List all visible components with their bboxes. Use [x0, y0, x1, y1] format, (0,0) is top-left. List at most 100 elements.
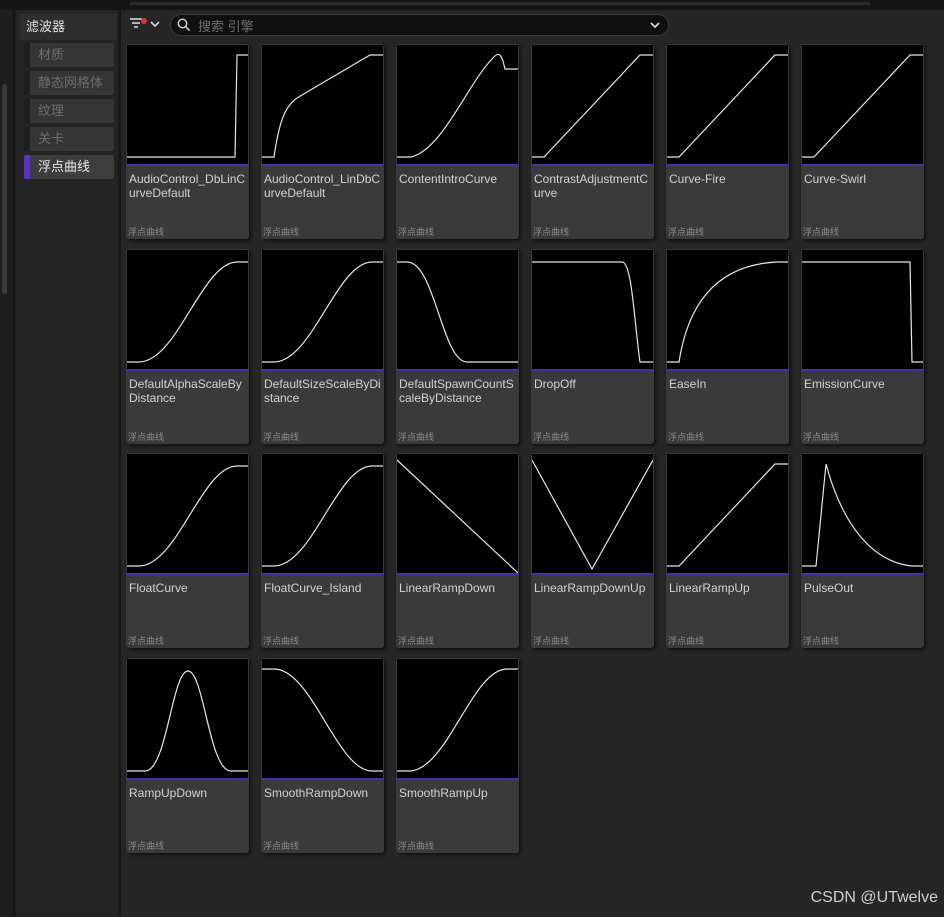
asset-type-color-bar	[396, 369, 519, 371]
asset-type-color-bar	[126, 573, 249, 575]
asset-name: FloatCurve_Island	[264, 581, 362, 595]
asset-tile[interactable]: RampUpDown 浮点曲线	[126, 658, 249, 853]
filter-toggle-bar	[24, 127, 30, 151]
curve-line	[532, 459, 653, 571]
curve-line	[127, 261, 248, 363]
filter-panel: 滤波器 材质 静态网格体 纹理 关卡 浮点曲线	[16, 10, 118, 917]
filter-item[interactable]: 浮点曲线	[24, 155, 114, 179]
asset-tile[interactable]: LinearRampDownUp 浮点曲线	[531, 453, 654, 648]
asset-type-color-bar	[126, 778, 249, 780]
asset-thumbnail	[262, 45, 383, 164]
search-icon	[177, 18, 191, 32]
curve-graph	[802, 463, 923, 567]
asset-type-label: 浮点曲线	[668, 227, 705, 237]
asset-type-label: 浮点曲线	[803, 432, 840, 442]
filter-toggle-bar	[24, 155, 30, 179]
asset-tile[interactable]: AudioControl_LinDbCurveDefault 浮点曲线	[261, 44, 384, 239]
asset-name: Curve-Fire	[669, 172, 726, 186]
asset-tile[interactable]: ContentIntroCurve 浮点曲线	[396, 44, 519, 239]
filter-dropdown-button[interactable]	[129, 14, 165, 36]
curve-line	[532, 54, 653, 158]
asset-tile[interactable]: EmissionCurve 浮点曲线	[801, 249, 924, 444]
curve-line	[397, 459, 518, 573]
filter-item[interactable]: 材质	[24, 43, 114, 67]
asset-thumbnail	[667, 250, 788, 369]
search-box	[170, 14, 669, 36]
asset-thumbnail	[397, 454, 518, 573]
asset-name: SmoothRampDown	[264, 786, 369, 800]
curve-graph	[127, 54, 248, 158]
curve-line	[532, 261, 653, 363]
curve-graph	[127, 465, 248, 567]
curve-graph	[397, 53, 518, 158]
asset-type-label: 浮点曲线	[668, 636, 705, 646]
asset-thumbnail	[802, 454, 923, 573]
asset-type-color-bar	[801, 573, 924, 575]
search-input[interactable]	[196, 16, 640, 36]
curve-graph	[262, 261, 383, 363]
asset-tile[interactable]: FloatCurve 浮点曲线	[126, 453, 249, 648]
asset-name: ContrastAdjustmentCurve	[534, 172, 649, 200]
curve-graph	[127, 670, 248, 772]
asset-tile[interactable]: SmoothRampUp 浮点曲线	[396, 658, 519, 853]
filter-toggle-bar	[24, 71, 30, 95]
asset-type-label: 浮点曲线	[128, 432, 165, 442]
curve-graph	[532, 54, 653, 158]
filter-toggle-bar	[24, 43, 30, 67]
asset-tile[interactable]: DropOff 浮点曲线	[531, 249, 654, 444]
asset-tile[interactable]: DefaultSizeScaleByDistance 浮点曲线	[261, 249, 384, 444]
asset-tile[interactable]: AudioControl_DbLinCurveDefault 浮点曲线	[126, 44, 249, 239]
curve-graph	[127, 261, 248, 363]
curve-graph	[262, 54, 383, 158]
curve-graph	[262, 465, 383, 567]
asset-tile[interactable]: DefaultAlphaScaleByDistance 浮点曲线	[126, 249, 249, 444]
asset-tile[interactable]: EaseIn 浮点曲线	[666, 249, 789, 444]
asset-name: LinearRampDown	[399, 581, 496, 595]
search-options-chevron-icon[interactable]	[648, 18, 662, 32]
asset-type-color-bar	[126, 369, 249, 371]
asset-type-color-bar	[531, 164, 654, 166]
asset-type-color-bar	[666, 164, 789, 166]
curve-graph	[667, 463, 788, 567]
scrollbar-thumb[interactable]	[2, 84, 7, 294]
curve-line	[667, 54, 788, 158]
asset-type-color-bar	[261, 369, 384, 371]
asset-tile[interactable]: Curve-Fire 浮点曲线	[666, 44, 789, 239]
asset-tile[interactable]: Curve-Swirl 浮点曲线	[801, 44, 924, 239]
asset-tile[interactable]: LinearRampDown 浮点曲线	[396, 453, 519, 648]
asset-tile[interactable]: LinearRampUp 浮点曲线	[666, 453, 789, 648]
asset-tile[interactable]: ContrastAdjustmentCurve 浮点曲线	[531, 44, 654, 239]
asset-tile[interactable]: PulseOut 浮点曲线	[801, 453, 924, 648]
curve-line	[262, 668, 383, 772]
filter-toggle-bar	[24, 99, 30, 123]
divider	[130, 2, 870, 5]
asset-type-label: 浮点曲线	[533, 227, 570, 237]
curve-line	[262, 54, 383, 158]
asset-type-color-bar	[261, 778, 384, 780]
asset-tile[interactable]: FloatCurve_Island 浮点曲线	[261, 453, 384, 648]
filter-item[interactable]: 静态网格体	[24, 71, 114, 95]
asset-type-color-bar	[531, 573, 654, 575]
asset-tile[interactable]: DefaultSpawnCountScaleByDistance 浮点曲线	[396, 249, 519, 444]
curve-graph	[667, 261, 788, 363]
curve-line	[127, 670, 248, 772]
curve-line	[127, 54, 248, 158]
asset-type-color-bar	[396, 573, 519, 575]
curve-line	[397, 261, 518, 363]
filter-item-label: 关卡	[38, 131, 65, 146]
asset-thumbnail	[127, 250, 248, 369]
asset-tile[interactable]: SmoothRampDown 浮点曲线	[261, 658, 384, 853]
asset-type-label: 浮点曲线	[263, 841, 300, 851]
filter-item[interactable]: 纹理	[24, 99, 114, 123]
filter-item[interactable]: 关卡	[24, 127, 114, 151]
curve-graph	[532, 261, 653, 363]
asset-thumbnail	[802, 250, 923, 369]
asset-thumbnail	[802, 45, 923, 164]
chevron-down-icon	[150, 21, 160, 28]
curve-graph	[667, 54, 788, 158]
asset-name: PulseOut	[804, 581, 854, 595]
asset-type-label: 浮点曲线	[263, 432, 300, 442]
curve-graph	[397, 261, 518, 363]
asset-thumbnail	[262, 454, 383, 573]
left-scroll-rail	[0, 10, 14, 917]
